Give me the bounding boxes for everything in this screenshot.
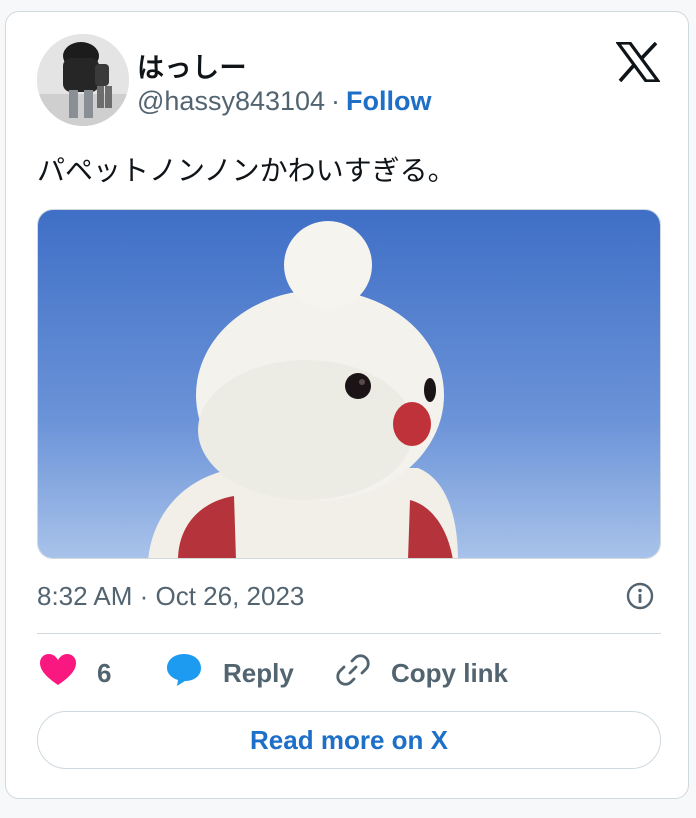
author-handle-row: @hassy843104 · Follow — [137, 86, 432, 117]
like-button[interactable]: 6 — [39, 653, 111, 693]
like-count: 6 — [97, 657, 112, 688]
speech-bubble-icon — [165, 652, 203, 695]
info-icon[interactable] — [625, 581, 655, 611]
author-handle[interactable]: @hassy843104 — [137, 86, 325, 116]
x-logo-icon[interactable] — [614, 41, 662, 83]
tweet-text: パペットノンノンかわいすぎる。 — [37, 155, 456, 186]
separator-dot: · — [331, 86, 341, 116]
avatar[interactable] — [37, 34, 129, 126]
copy-link-label: Copy link — [391, 657, 509, 688]
heart-icon — [39, 653, 77, 694]
tweet-timestamp[interactable]: 8:32 AM · Oct 26, 2023 — [37, 581, 304, 612]
reply-label: Reply — [223, 657, 294, 688]
reply-button[interactable]: Reply — [165, 653, 294, 693]
author-display-name[interactable]: はっしー — [137, 46, 247, 85]
tweet-photo[interactable] — [37, 209, 661, 559]
follow-link[interactable]: Follow — [346, 86, 431, 116]
copy-link-button[interactable]: Copy link — [335, 653, 508, 693]
link-icon — [335, 652, 371, 695]
tweet-card: はっしー @hassy843104 · Follow パペットノンノンかわいすぎる。 — [5, 11, 689, 799]
divider — [37, 633, 661, 634]
read-more-button[interactable]: Read more on X — [37, 711, 661, 769]
